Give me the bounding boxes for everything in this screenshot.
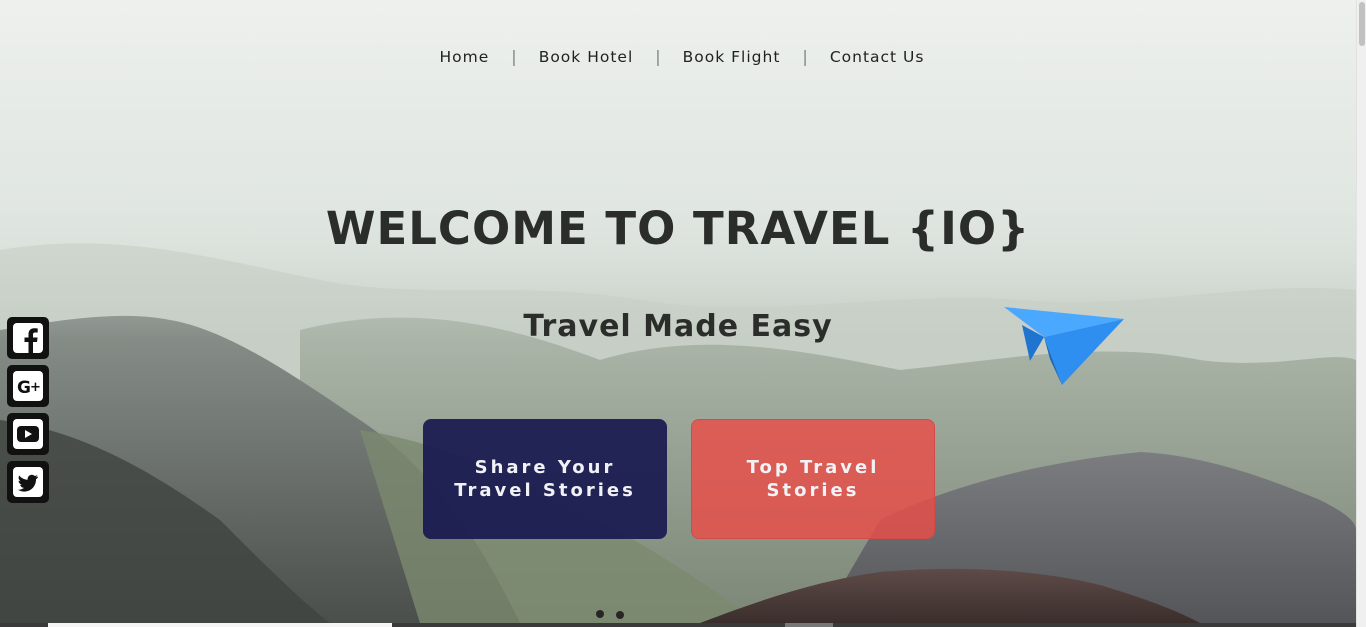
nav-link-book-flight[interactable]: Book Flight: [683, 48, 781, 66]
vertical-scroll-thumb[interactable]: [1359, 2, 1365, 46]
paper-plane-icon: [1004, 307, 1124, 385]
nav-separator: |: [511, 47, 517, 66]
facebook-link[interactable]: [7, 317, 49, 359]
vertical-scrollbar[interactable]: [1356, 0, 1366, 627]
nav-separator: |: [655, 47, 661, 66]
twitter-icon: [13, 467, 43, 497]
share-button-line-1: Share Your: [474, 457, 616, 478]
google-plus-link[interactable]: G +: [7, 365, 49, 407]
social-sidebar: G +: [7, 317, 49, 509]
nav-link-home[interactable]: Home: [440, 48, 490, 66]
nav-link-contact-us[interactable]: Contact Us: [830, 48, 925, 66]
horizontal-scroll-thumb[interactable]: [48, 623, 392, 627]
horizontal-scrollbar[interactable]: [0, 623, 1356, 627]
top-travel-stories-button[interactable]: Top Travel Stories: [691, 419, 935, 539]
main-nav: Home | Book Hotel | Book Flight | Contac…: [0, 47, 1356, 66]
svg-text:+: +: [30, 380, 41, 395]
youtube-icon: [13, 419, 43, 449]
twitter-link[interactable]: [7, 461, 49, 503]
youtube-link[interactable]: [7, 413, 49, 455]
svg-text:G: G: [17, 378, 31, 398]
top-button-line-1: Top Travel: [746, 457, 880, 478]
hero-title: WELCOME TO TRAVEL {IO}: [325, 202, 1031, 255]
share-button-line-2: Travel Stories: [454, 480, 636, 501]
facebook-icon: [13, 323, 43, 355]
google-plus-icon: G +: [13, 371, 43, 401]
top-button-line-2: Stories: [766, 480, 860, 501]
nav-separator: |: [802, 47, 808, 66]
share-travel-stories-button[interactable]: Share Your Travel Stories: [423, 419, 667, 539]
nav-link-book-hotel[interactable]: Book Hotel: [539, 48, 634, 66]
hero-subtitle: Travel Made Easy: [523, 309, 833, 344]
horizontal-scroll-marker: [785, 623, 833, 627]
